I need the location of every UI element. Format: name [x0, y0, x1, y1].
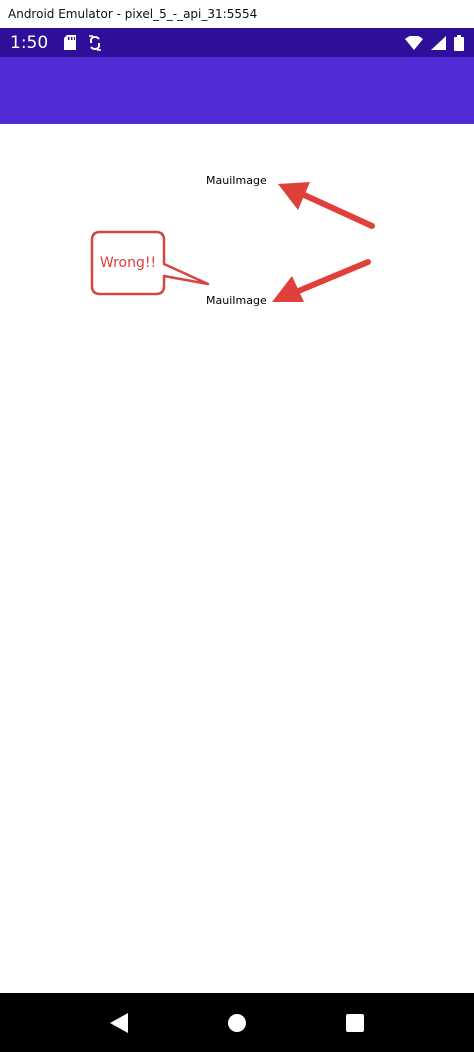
signal-icon: [431, 35, 446, 50]
annotation-arrow-2: [272, 259, 371, 302]
status-bar: 1:50: [0, 28, 474, 57]
battery-icon: [454, 34, 464, 51]
recents-button[interactable]: [335, 1003, 375, 1043]
page-content: MauiImage MauiImage Wrong!!: [0, 124, 474, 993]
recents-icon: [346, 1013, 364, 1032]
navigation-bar: [0, 993, 474, 1052]
sd-card-icon: [64, 35, 77, 50]
back-icon: [110, 1012, 128, 1033]
annotation-arrow-1: [278, 182, 375, 229]
callout-text: Wrong!!: [99, 255, 157, 271]
home-icon: [228, 1013, 246, 1032]
status-time: 1:50: [10, 32, 49, 53]
window-title: Android Emulator - pixel_5_-_api_31:5554: [8, 7, 258, 21]
annotation-overlay: [90, 182, 375, 302]
wifi-icon: [405, 35, 423, 50]
app-bar: [0, 57, 474, 124]
status-right-icons: [405, 34, 464, 51]
emulator-window-title: Android Emulator - pixel_5_-_api_31:5554: [0, 0, 474, 28]
back-button[interactable]: [99, 1003, 139, 1043]
sync-icon: [88, 34, 102, 51]
status-left-icons: [64, 34, 102, 51]
home-button[interactable]: [217, 1003, 257, 1043]
